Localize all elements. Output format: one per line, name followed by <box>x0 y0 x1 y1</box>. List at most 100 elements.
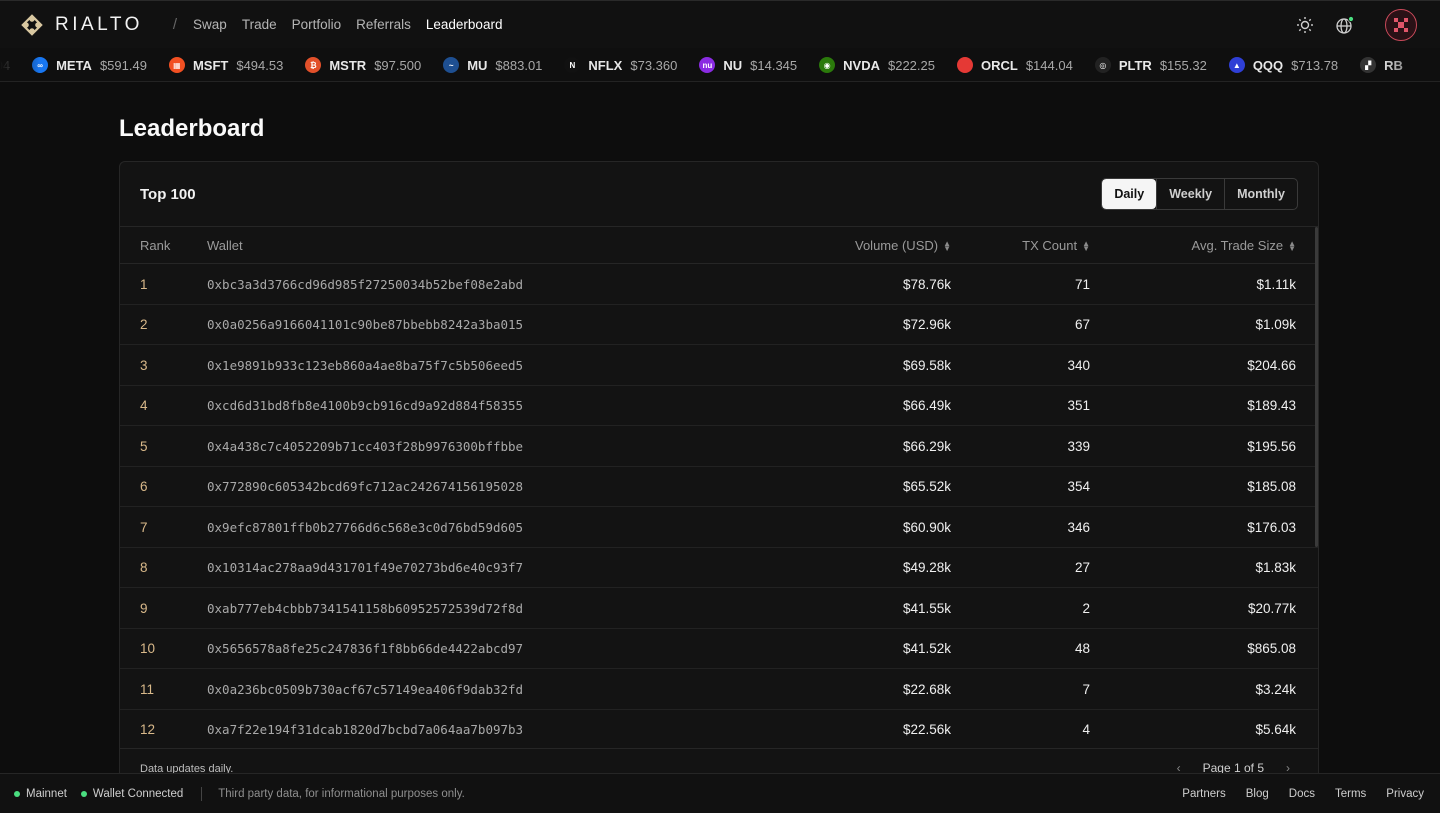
footer-link-docs[interactable]: Docs <box>1289 788 1315 800</box>
wallet-cell[interactable]: 0x10314ac278aa9d431701f49e70273bd6e40c93… <box>207 548 523 588</box>
ticker-item[interactable]: N NFLX $73.360 <box>564 57 677 73</box>
ticker-logo-icon: ₿ <box>305 57 322 73</box>
ticker-price: $591.49 <box>99 57 147 73</box>
table-row[interactable]: 1 0xbc3a3d3766cd96d985f27250034b52bef08e2… <box>120 264 1318 305</box>
wallet-cell[interactable]: 0x0a0256a9166041101c90be87bbebb8242a3ba0… <box>207 305 523 345</box>
footer-divider <box>201 786 203 801</box>
ticker-logo-icon: ▦ <box>168 57 185 73</box>
wallet-label: Wallet Connected <box>92 787 184 800</box>
avg-trade-cell: $865.08 <box>1247 641 1296 656</box>
price-ticker: .04∞META$591.49▦MSFT$494.53₿MSTR$97.500~… <box>0 48 1440 82</box>
rank-cell: 3 <box>140 357 148 373</box>
wallet-cell[interactable]: 0x1e9891b933c123eb860a4ae8ba75f7c5b506ee… <box>207 345 523 385</box>
nav-links: Swap Trade Portfolio Referrals Leaderboa… <box>193 17 517 32</box>
table-row[interactable]: 6 0x772890c605342bcd69fc712ac242674156195… <box>120 467 1318 507</box>
wallet-cell[interactable]: 0x772890c605342bcd69fc712ac2426741561950… <box>207 467 523 507</box>
page-title: Leaderboard <box>119 115 265 142</box>
ticker-symbol: QQQ <box>1252 57 1284 73</box>
nav-leaderboard[interactable]: Leaderboard <box>426 17 503 32</box>
ticker-fade-left <box>0 48 40 81</box>
period-weekly-button[interactable]: Weekly <box>1156 179 1224 209</box>
network-globe-icon[interactable] <box>1335 15 1355 35</box>
col-avg[interactable]: Avg. Trade Size ▲ ▼ <box>1192 227 1296 264</box>
rank-cell: 12 <box>140 722 156 737</box>
volume-cell: $41.52k <box>902 641 951 656</box>
wallet-cell[interactable]: 0xbc3a3d3766cd96d985f27250034b52bef08e2a… <box>207 264 523 304</box>
ticker-symbol: META <box>56 57 92 73</box>
table-row[interactable]: 8 0x10314ac278aa9d431701f49e70273bd6e40c9… <box>120 548 1318 588</box>
ticker-logo-icon: nu <box>699 57 716 73</box>
ticker-item[interactable]: ▲ QQQ $713.78 <box>1228 57 1338 73</box>
sort-icon: ▲ ▼ <box>1288 238 1296 253</box>
ticker-logo-icon <box>956 57 973 73</box>
wallet-cell[interactable]: 0xa7f22e194f31dcab1820d7bcbd7a064aa7b097… <box>207 710 523 748</box>
ticker-item[interactable]: ₿ MSTR $97.500 <box>305 57 421 73</box>
wallet-cell[interactable]: 0x9efc87801ffb0b27766d6c568e3c0d76bd59d6… <box>207 507 523 547</box>
volume-cell: $72.96k <box>902 317 951 332</box>
table-row[interactable]: 11 0x0a236bc0509b730acf67c57149ea406f9dab… <box>120 669 1318 710</box>
tx-count-cell: 340 <box>1067 357 1090 373</box>
user-avatar[interactable] <box>1385 9 1417 41</box>
col-tx-label: TX Count <box>1022 238 1078 253</box>
tx-count-cell: 346 <box>1067 519 1090 535</box>
tx-count-cell: 27 <box>1074 560 1090 575</box>
nav-trade[interactable]: Trade <box>242 17 277 32</box>
wallet-cell[interactable]: 0xab777eb4cbbb7341541158b60952572539d72f… <box>207 588 523 628</box>
nav-portfolio[interactable]: Portfolio <box>292 17 342 32</box>
table-row[interactable]: 7 0x9efc87801ffb0b27766d6c568e3c0d76bd59d… <box>120 507 1318 548</box>
ticker-price: $222.25 <box>887 57 935 73</box>
ticker-item[interactable]: ◎ PLTR $155.32 <box>1094 57 1207 73</box>
ticker-logo-icon: ▞ <box>1360 57 1377 73</box>
ticker-item[interactable]: ORCL $144.04 <box>956 57 1073 73</box>
brand[interactable]: RIALTO <box>19 12 143 38</box>
ticker-item[interactable]: ◉ NVDA $222.25 <box>819 57 935 73</box>
ticker-item[interactable]: ~ MU $883.01 <box>443 57 542 73</box>
rialto-logo-icon <box>19 12 45 38</box>
table-row[interactable]: 12 0xa7f22e194f31dcab1820d7bcbd7a064aa7b0… <box>120 710 1318 748</box>
footer-link-terms[interactable]: Terms <box>1335 788 1366 800</box>
nav-swap[interactable]: Swap <box>193 17 227 32</box>
rank-cell: 7 <box>140 519 148 535</box>
footer-link-privacy[interactable]: Privacy <box>1386 788 1424 800</box>
nav-separator: / <box>172 16 178 33</box>
period-daily-button[interactable]: Daily <box>1102 179 1157 209</box>
col-tx[interactable]: TX Count ▲ ▼ <box>1022 227 1090 264</box>
rank-cell: 1 <box>140 276 148 292</box>
status-dot-icon <box>14 790 20 797</box>
ticker-symbol: ORCL <box>980 57 1018 73</box>
col-volume[interactable]: Volume (USD) ▲ ▼ <box>855 227 951 264</box>
table-row[interactable]: 9 0xab777eb4cbbb7341541158b60952572539d72… <box>120 588 1318 629</box>
tx-count-cell: 354 <box>1067 479 1090 494</box>
avg-trade-cell: $195.56 <box>1247 438 1296 454</box>
nav-referrals[interactable]: Referrals <box>356 17 411 32</box>
wallet-cell[interactable]: 0x5656578a8fe25c247836f1f8bb66de4422abcd… <box>207 629 523 669</box>
table-row[interactable]: 2 0x0a0256a9166041101c90be87bbebb8242a3ba… <box>120 305 1318 345</box>
table-row[interactable]: 3 0x1e9891b933c123eb860a4ae8ba75f7c5b506e… <box>120 345 1318 386</box>
tx-count-cell: 4 <box>1082 722 1090 737</box>
wallet-status: Wallet Connected <box>80 787 184 800</box>
tx-count-cell: 2 <box>1082 600 1090 616</box>
table-row[interactable]: 4 0xcd6d31bd8fb8e4100b9cb916cd9a92d884f58… <box>120 386 1318 426</box>
wallet-cell[interactable]: 0x4a438c7c4052209b71cc403f28b9976300bffb… <box>207 426 523 466</box>
avg-trade-cell: $185.08 <box>1247 479 1296 494</box>
table-row[interactable]: 10 0x5656578a8fe25c247836f1f8bb66de4422ab… <box>120 629 1318 669</box>
volume-cell: $65.52k <box>902 479 951 494</box>
ticker-item[interactable]: nu NU $14.345 <box>699 57 797 73</box>
ticker-item[interactable]: ∞ META $591.49 <box>32 57 147 73</box>
table-row[interactable]: 5 0x4a438c7c4052209b71cc403f28b9976300bff… <box>120 426 1318 467</box>
volume-cell: $41.55k <box>902 600 951 616</box>
table-scrollbar[interactable] <box>1315 227 1318 547</box>
rank-cell: 9 <box>140 600 148 616</box>
avg-trade-cell: $1.11k <box>1256 276 1296 292</box>
theme-sun-icon[interactable] <box>1295 15 1315 35</box>
ticker-price: $883.01 <box>495 57 543 73</box>
footer-link-blog[interactable]: Blog <box>1246 788 1269 800</box>
wallet-cell[interactable]: 0xcd6d31bd8fb8e4100b9cb916cd9a92d884f583… <box>207 386 523 426</box>
col-wallet: Wallet <box>207 238 243 253</box>
rank-cell: 5 <box>140 438 148 454</box>
wallet-cell[interactable]: 0x0a236bc0509b730acf67c57149ea406f9dab32… <box>207 669 523 709</box>
footer-link-partners[interactable]: Partners <box>1182 788 1225 800</box>
period-monthly-button[interactable]: Monthly <box>1224 179 1297 209</box>
tx-count-cell: 48 <box>1074 641 1090 656</box>
ticker-item[interactable]: ▦ MSFT $494.53 <box>168 57 283 73</box>
